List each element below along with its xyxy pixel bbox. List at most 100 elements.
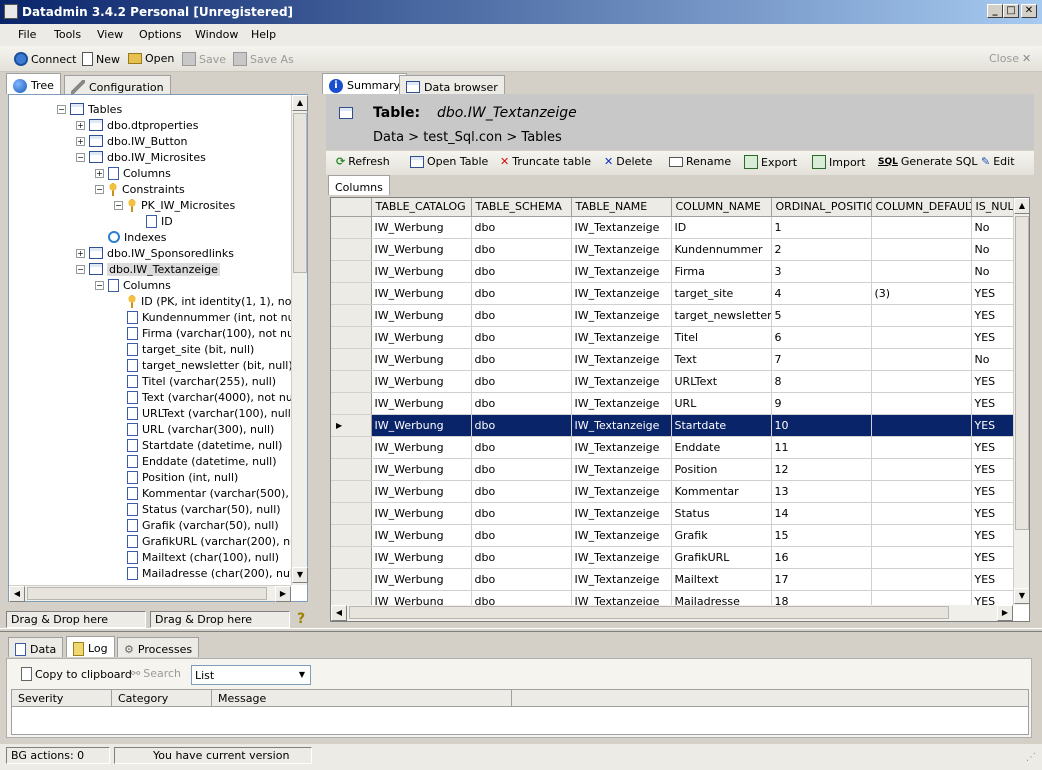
grid-cell[interactable]: Mailadresse [671, 590, 772, 605]
grid-cell[interactable]: IW_Werbung [371, 436, 472, 459]
tree-node[interactable]: + dbo.dtproperties [76, 117, 198, 133]
grid-cell[interactable]: YES [971, 392, 1013, 415]
drag-drop-zone-2[interactable]: Drag & Drop here [150, 611, 290, 628]
grid-cell[interactable]: dbo [471, 436, 572, 459]
grid-cell[interactable]: IW_Werbung [371, 568, 472, 591]
generate-sql-button[interactable]: SQL Generate SQL [878, 155, 978, 168]
grid-cell[interactable]: YES [971, 480, 1013, 503]
grid-cell[interactable]: dbo [471, 480, 572, 503]
row-header[interactable] [331, 370, 372, 393]
grid-cell[interactable]: dbo [471, 282, 572, 305]
grid-scroll-left-icon[interactable]: ◀ [331, 605, 347, 621]
grid-cell[interactable]: dbo [471, 524, 572, 547]
table-row[interactable]: ▶ IW_Werbung dbo IW_Textanzeige Startdate 10 Y… [331, 414, 1013, 437]
tree-node[interactable]: Kommentar (varchar(500), nul [114, 485, 291, 501]
tree-node[interactable]: − Columns [95, 277, 171, 293]
expand-icon[interactable]: + [76, 136, 85, 146]
tree-node[interactable]: + Columns [95, 165, 171, 181]
grid-cell[interactable]: 9 [771, 392, 872, 415]
tree-vertical-scrollbar[interactable]: ▲ ▼ [291, 95, 308, 585]
tree-node[interactable]: − Constraints [95, 181, 185, 197]
row-header[interactable] [331, 326, 372, 349]
row-header[interactable] [331, 436, 372, 459]
tree-node[interactable]: Indexes [95, 229, 166, 245]
grid-cell[interactable]: 1 [771, 216, 872, 239]
grid-cell[interactable] [871, 436, 972, 459]
collapse-icon[interactable]: − [95, 184, 104, 194]
grid-scroll-up-icon[interactable]: ▲ [1014, 198, 1029, 214]
log-header-severity[interactable]: Severity [12, 690, 112, 707]
tree-node[interactable]: target_site (bit, null) [114, 341, 254, 357]
grid-cell[interactable]: 6 [771, 326, 872, 349]
row-header[interactable] [331, 260, 372, 283]
grid-cell[interactable] [871, 568, 972, 591]
grid-cell[interactable]: IW_Werbung [371, 502, 472, 525]
table-row[interactable]: IW_Werbung dbo IW_Textanzeige URL 9 YES [331, 392, 1013, 415]
grid-cell[interactable]: 13 [771, 480, 872, 503]
tree-node[interactable]: ID [133, 213, 173, 229]
tree-node[interactable]: Kundennummer (int, not null) [114, 309, 291, 325]
grid-cell[interactable]: IW_Textanzeige [571, 282, 672, 305]
table-row[interactable]: IW_Werbung dbo IW_Textanzeige Titel 6 YES [331, 326, 1013, 349]
grid-cell[interactable]: 18 [771, 590, 872, 605]
connect-button[interactable]: Connect [14, 52, 76, 66]
grid-cell[interactable] [871, 502, 972, 525]
grid-cell[interactable]: dbo [471, 458, 572, 481]
grid-cell[interactable]: 4 [771, 282, 872, 305]
tree-node[interactable]: Mailadresse (char(200), null) [114, 565, 291, 581]
grid-cell[interactable] [871, 590, 972, 605]
import-button[interactable]: Import [812, 155, 866, 169]
grid-cell[interactable]: 15 [771, 524, 872, 547]
expand-icon[interactable]: + [76, 120, 85, 130]
log-header-category[interactable]: Category [112, 690, 212, 707]
row-header[interactable] [331, 502, 372, 525]
grid-cell[interactable]: IW_Werbung [371, 260, 472, 283]
table-row[interactable]: IW_Werbung dbo IW_Textanzeige Text 7 No [331, 348, 1013, 371]
grid-cell[interactable]: 14 [771, 502, 872, 525]
tree-node[interactable]: Titel (varchar(255), null) [114, 373, 276, 389]
help-icon[interactable]: ? [297, 611, 305, 627]
grid-column-header[interactable]: TABLE_SCHEMA [471, 198, 572, 217]
grid-cell[interactable]: YES [971, 436, 1013, 459]
grid-scroll-thumb[interactable] [1015, 216, 1029, 530]
grid-cell[interactable] [871, 480, 972, 503]
table-row[interactable]: IW_Werbung dbo IW_Textanzeige Grafik 15 YES [331, 524, 1013, 547]
expand-icon[interactable]: + [76, 248, 85, 258]
menu-help[interactable]: Help [251, 28, 276, 41]
row-header[interactable] [331, 282, 372, 305]
tree-node[interactable]: Text (varchar(4000), not null) [114, 389, 291, 405]
minimize-button[interactable]: _ [987, 4, 1003, 18]
grid-cell[interactable] [871, 348, 972, 371]
h-scroll-thumb[interactable] [27, 587, 267, 600]
grid-cell[interactable]: YES [971, 326, 1013, 349]
scroll-left-arrow-icon[interactable]: ◀ [9, 586, 25, 602]
maximize-button[interactable]: □ [1003, 4, 1019, 18]
grid-column-header[interactable]: COLUMN_NAME [671, 198, 772, 217]
menu-file[interactable]: File [18, 28, 36, 41]
grid-cell[interactable]: target_newsletter [671, 304, 772, 327]
grid-cell[interactable]: Kommentar [671, 480, 772, 503]
grid-cell[interactable]: dbo [471, 326, 572, 349]
truncate-table-button[interactable]: ✕ Truncate table [500, 155, 591, 168]
row-header[interactable] [331, 348, 372, 371]
grid-cell[interactable]: IW_Werbung [371, 216, 472, 239]
grid-cell[interactable]: IW_Werbung [371, 546, 472, 569]
grid-cell[interactable]: dbo [471, 370, 572, 393]
grid-cell[interactable]: No [971, 348, 1013, 371]
grid-cell[interactable]: 8 [771, 370, 872, 393]
menu-tools[interactable]: Tools [54, 28, 81, 41]
new-button[interactable]: New [82, 52, 120, 66]
collapse-icon[interactable]: − [76, 152, 85, 162]
grid-cell[interactable]: IW_Textanzeige [571, 414, 672, 437]
grid-cell[interactable]: URLText [671, 370, 772, 393]
grid-cell[interactable]: YES [971, 568, 1013, 591]
tree-node[interactable]: Startdate (datetime, null) [114, 437, 282, 453]
grid-cell[interactable]: YES [971, 304, 1013, 327]
tree-node[interactable]: GrafikURL (varchar(200), null [114, 533, 291, 549]
expand-icon[interactable]: + [95, 168, 104, 178]
grid-cell[interactable]: Status [671, 502, 772, 525]
table-row[interactable]: IW_Werbung dbo IW_Textanzeige GrafikURL 16 YE… [331, 546, 1013, 569]
grid-column-header[interactable]: TABLE_NAME [571, 198, 672, 217]
grid-cell[interactable]: YES [971, 370, 1013, 393]
scroll-down-arrow-icon[interactable]: ▼ [292, 567, 308, 583]
